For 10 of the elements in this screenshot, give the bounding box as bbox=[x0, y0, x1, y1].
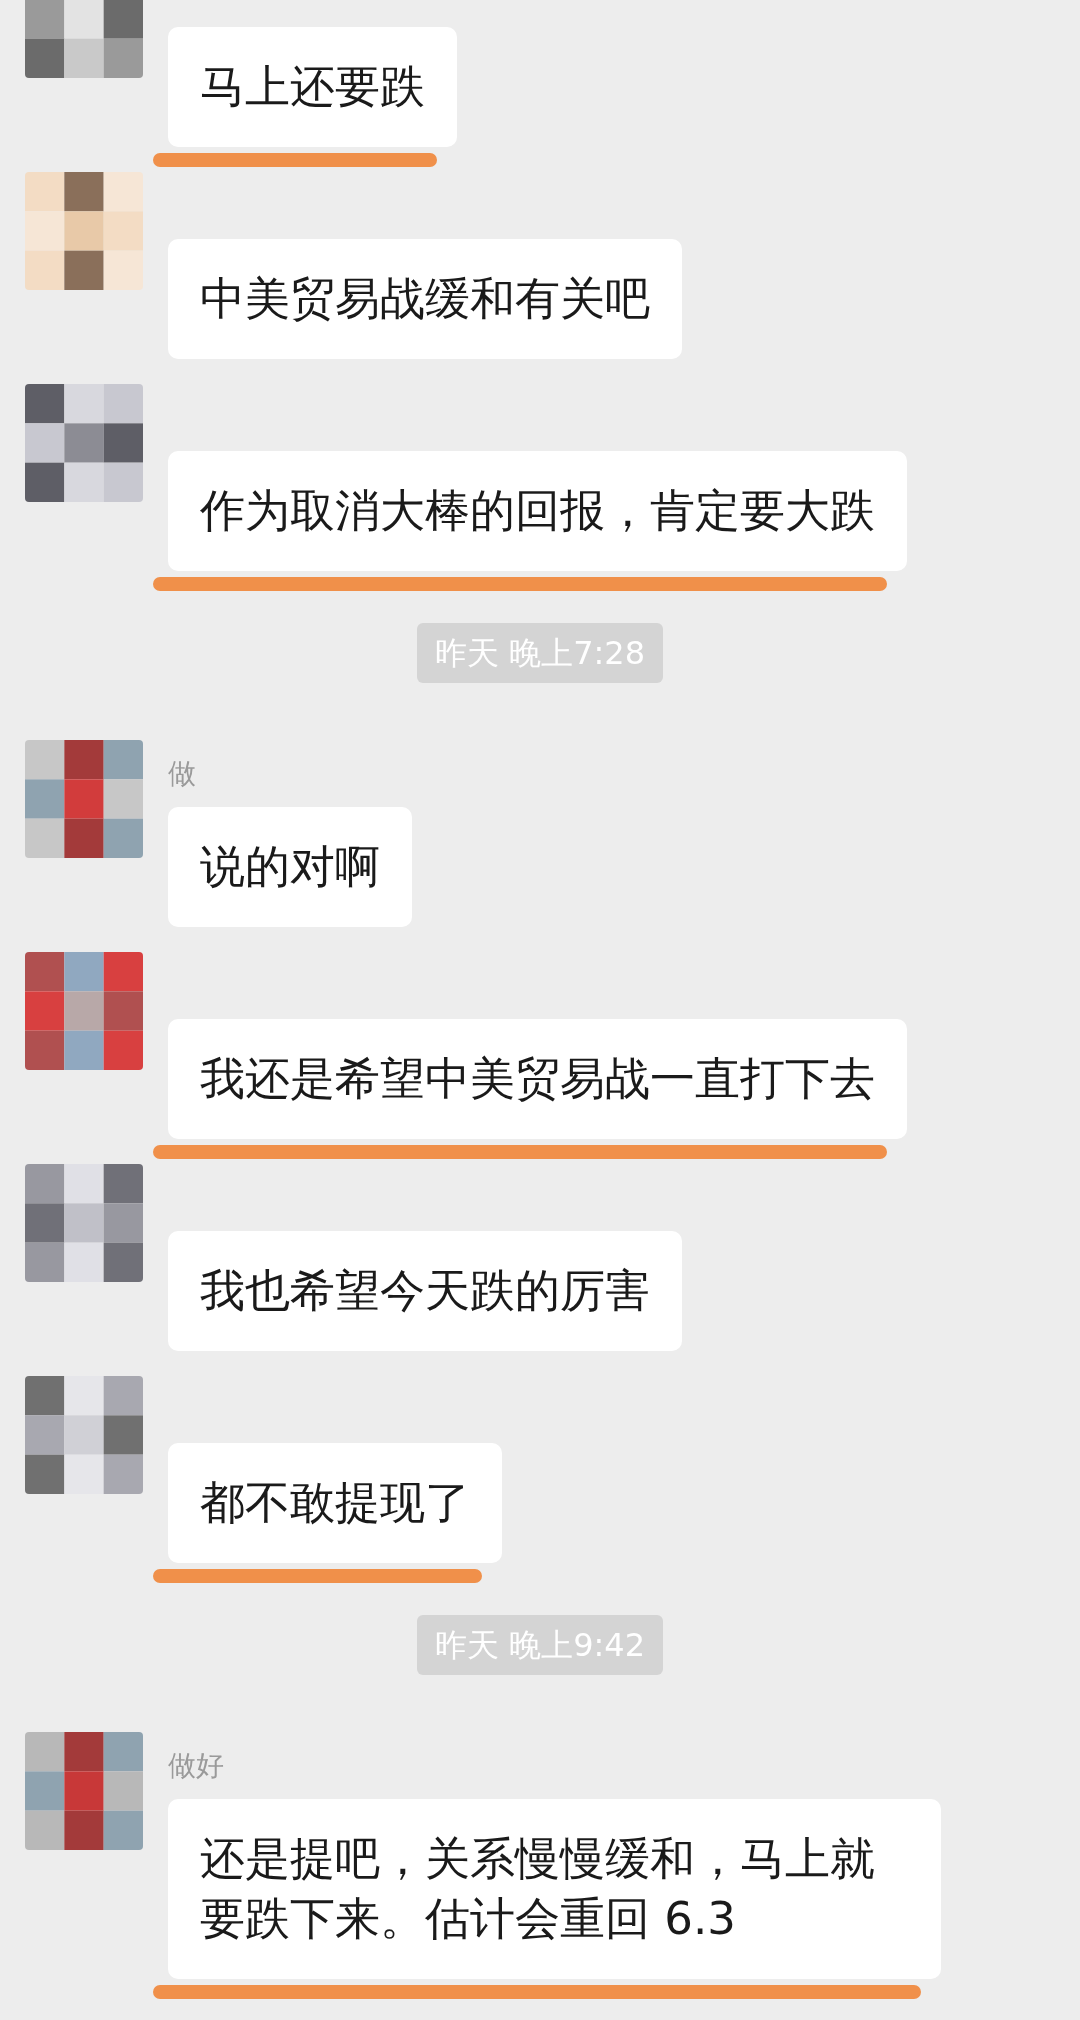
message-bubble: 中美贸易战缓和有关吧 bbox=[168, 239, 682, 359]
message-bubble: 我也希望今天跌的厉害 bbox=[168, 1231, 682, 1351]
message-bubble: 都不敢提现了 bbox=[168, 1443, 502, 1563]
message-bubble: 我还是希望中美贸易战一直打下去 bbox=[168, 1019, 907, 1139]
message-bubble: 说的对啊 bbox=[168, 807, 412, 927]
sender-name: 做 bbox=[168, 755, 196, 792]
message-bubble: 马上还要跌 bbox=[168, 27, 457, 147]
sender-name: 做好 bbox=[168, 1747, 224, 1784]
message-bubble: 还是提吧，关系慢慢缓和，马上就要跌下来。估计会重回 6.3 bbox=[168, 1799, 941, 1979]
message-bubble: 作为取消大棒的回报，肯定要大跌 bbox=[168, 451, 907, 571]
